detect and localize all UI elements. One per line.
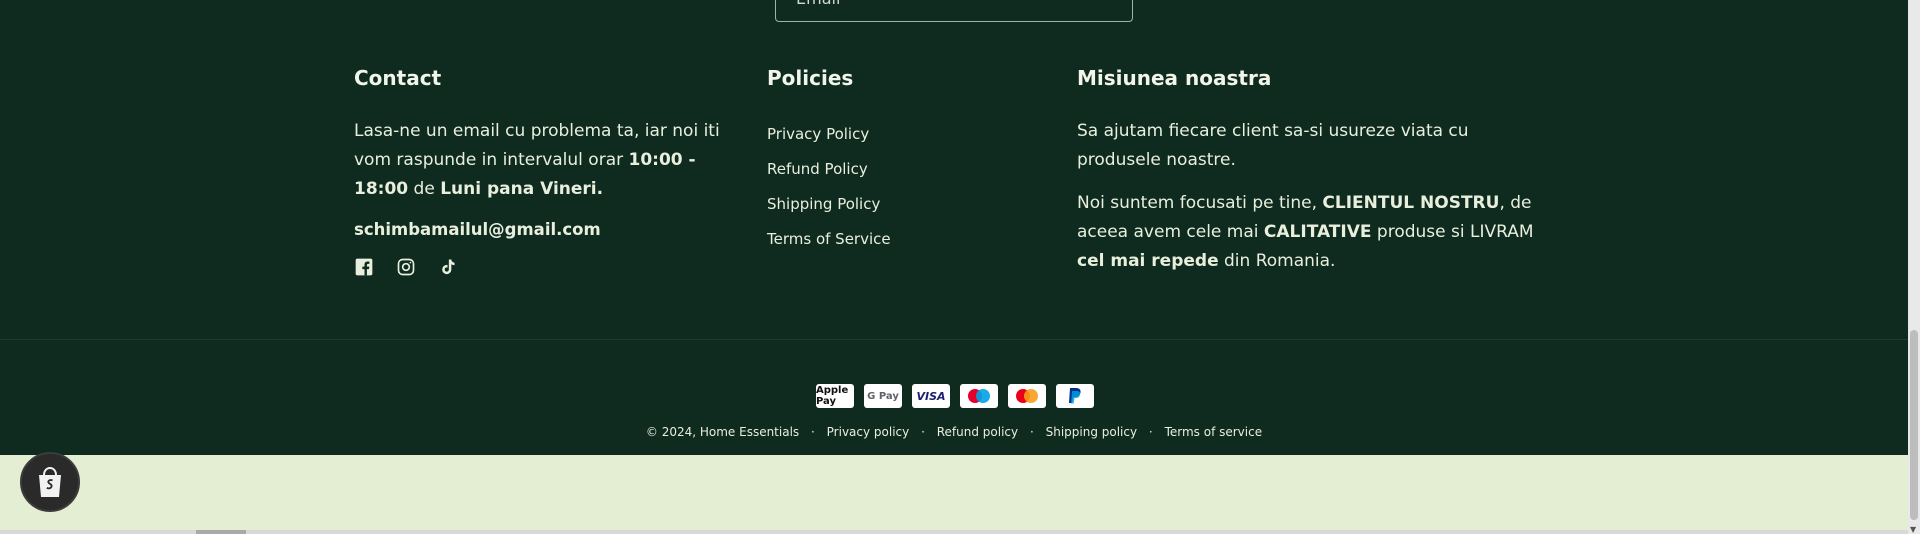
- terms-of-service-footer-link[interactable]: Terms of service: [1165, 425, 1263, 439]
- refund-policy-link[interactable]: Refund Policy: [767, 160, 868, 178]
- shipping-policy-link[interactable]: Shipping Policy: [767, 195, 880, 213]
- mission-paragraph-2: Noi suntem focusati pe tine, CLIENTUL NO…: [1077, 193, 1534, 271]
- copyright-text: © 2024,: [645, 425, 700, 439]
- mission-heading: Misiunea noastra: [1077, 66, 1272, 90]
- policies-list: Privacy Policy Refund Policy Shipping Po…: [767, 117, 1027, 257]
- visa-icon: VISA: [912, 384, 950, 408]
- separator: ·: [811, 425, 815, 439]
- newsletter-email-field[interactable]: →: [775, 0, 1133, 22]
- list-item: Terms of Service: [767, 222, 1027, 257]
- shopify-bag-icon[interactable]: [20, 452, 80, 512]
- list-item: Refund Policy: [767, 152, 1027, 187]
- mission-column: Misiunea noastra Sa ajutam fiecare clien…: [1077, 66, 1547, 276]
- facebook-icon[interactable]: [354, 257, 374, 277]
- payment-icons: Apple Pay G Pay VISA: [816, 384, 1094, 408]
- vertical-scrollbar[interactable]: ▼: [1908, 0, 1920, 534]
- shipping-policy-footer-link[interactable]: Shipping policy: [1046, 425, 1138, 439]
- horizontal-scrollbar[interactable]: [0, 530, 1908, 534]
- mastercard-icon: [1008, 384, 1046, 408]
- social-links: [354, 257, 734, 277]
- legal-links: © 2024, Home Essentials · Privacy policy…: [0, 425, 1908, 439]
- footer-divider: [0, 339, 1908, 340]
- contact-email[interactable]: schimbamailul@gmail.com: [354, 220, 734, 239]
- separator: ·: [921, 425, 925, 439]
- list-item: Shipping Policy: [767, 187, 1027, 222]
- contact-column: Contact Lasa-ne un email cu problema ta,…: [354, 66, 734, 277]
- instagram-icon[interactable]: [396, 257, 416, 277]
- apple-pay-icon: Apple Pay: [816, 384, 854, 408]
- store-link[interactable]: Home Essentials: [700, 425, 799, 439]
- contact-message: Lasa-ne un email cu problema ta, iar noi…: [354, 121, 720, 199]
- newsletter-email-input[interactable]: [796, 0, 1086, 9]
- paypal-icon: [1056, 384, 1094, 408]
- privacy-policy-link[interactable]: Privacy Policy: [767, 125, 869, 143]
- terms-of-service-link[interactable]: Terms of Service: [767, 230, 891, 248]
- mission-paragraph-1: Sa ajutam fiecare client sa-si usureze v…: [1077, 121, 1469, 170]
- separator: ·: [1029, 425, 1034, 439]
- scroll-down-arrow-icon[interactable]: ▼: [1910, 525, 1916, 534]
- policies-heading: Policies: [767, 66, 854, 90]
- horizontal-scrollbar-thumb[interactable]: [196, 530, 246, 534]
- refund-policy-footer-link[interactable]: Refund policy: [937, 425, 1018, 439]
- privacy-policy-footer-link[interactable]: Privacy policy: [827, 425, 910, 439]
- maestro-icon: [960, 384, 998, 408]
- tiktok-icon[interactable]: [438, 257, 458, 277]
- list-item: Privacy Policy: [767, 117, 1027, 152]
- policies-column: Policies Privacy Policy Refund Policy Sh…: [767, 66, 1027, 257]
- footer: → Contact Lasa-ne un email cu problema t…: [0, 0, 1908, 455]
- contact-heading: Contact: [354, 66, 442, 90]
- scrollbar-thumb[interactable]: [1910, 330, 1918, 520]
- google-pay-icon: G Pay: [864, 384, 902, 408]
- separator: ·: [1148, 425, 1153, 439]
